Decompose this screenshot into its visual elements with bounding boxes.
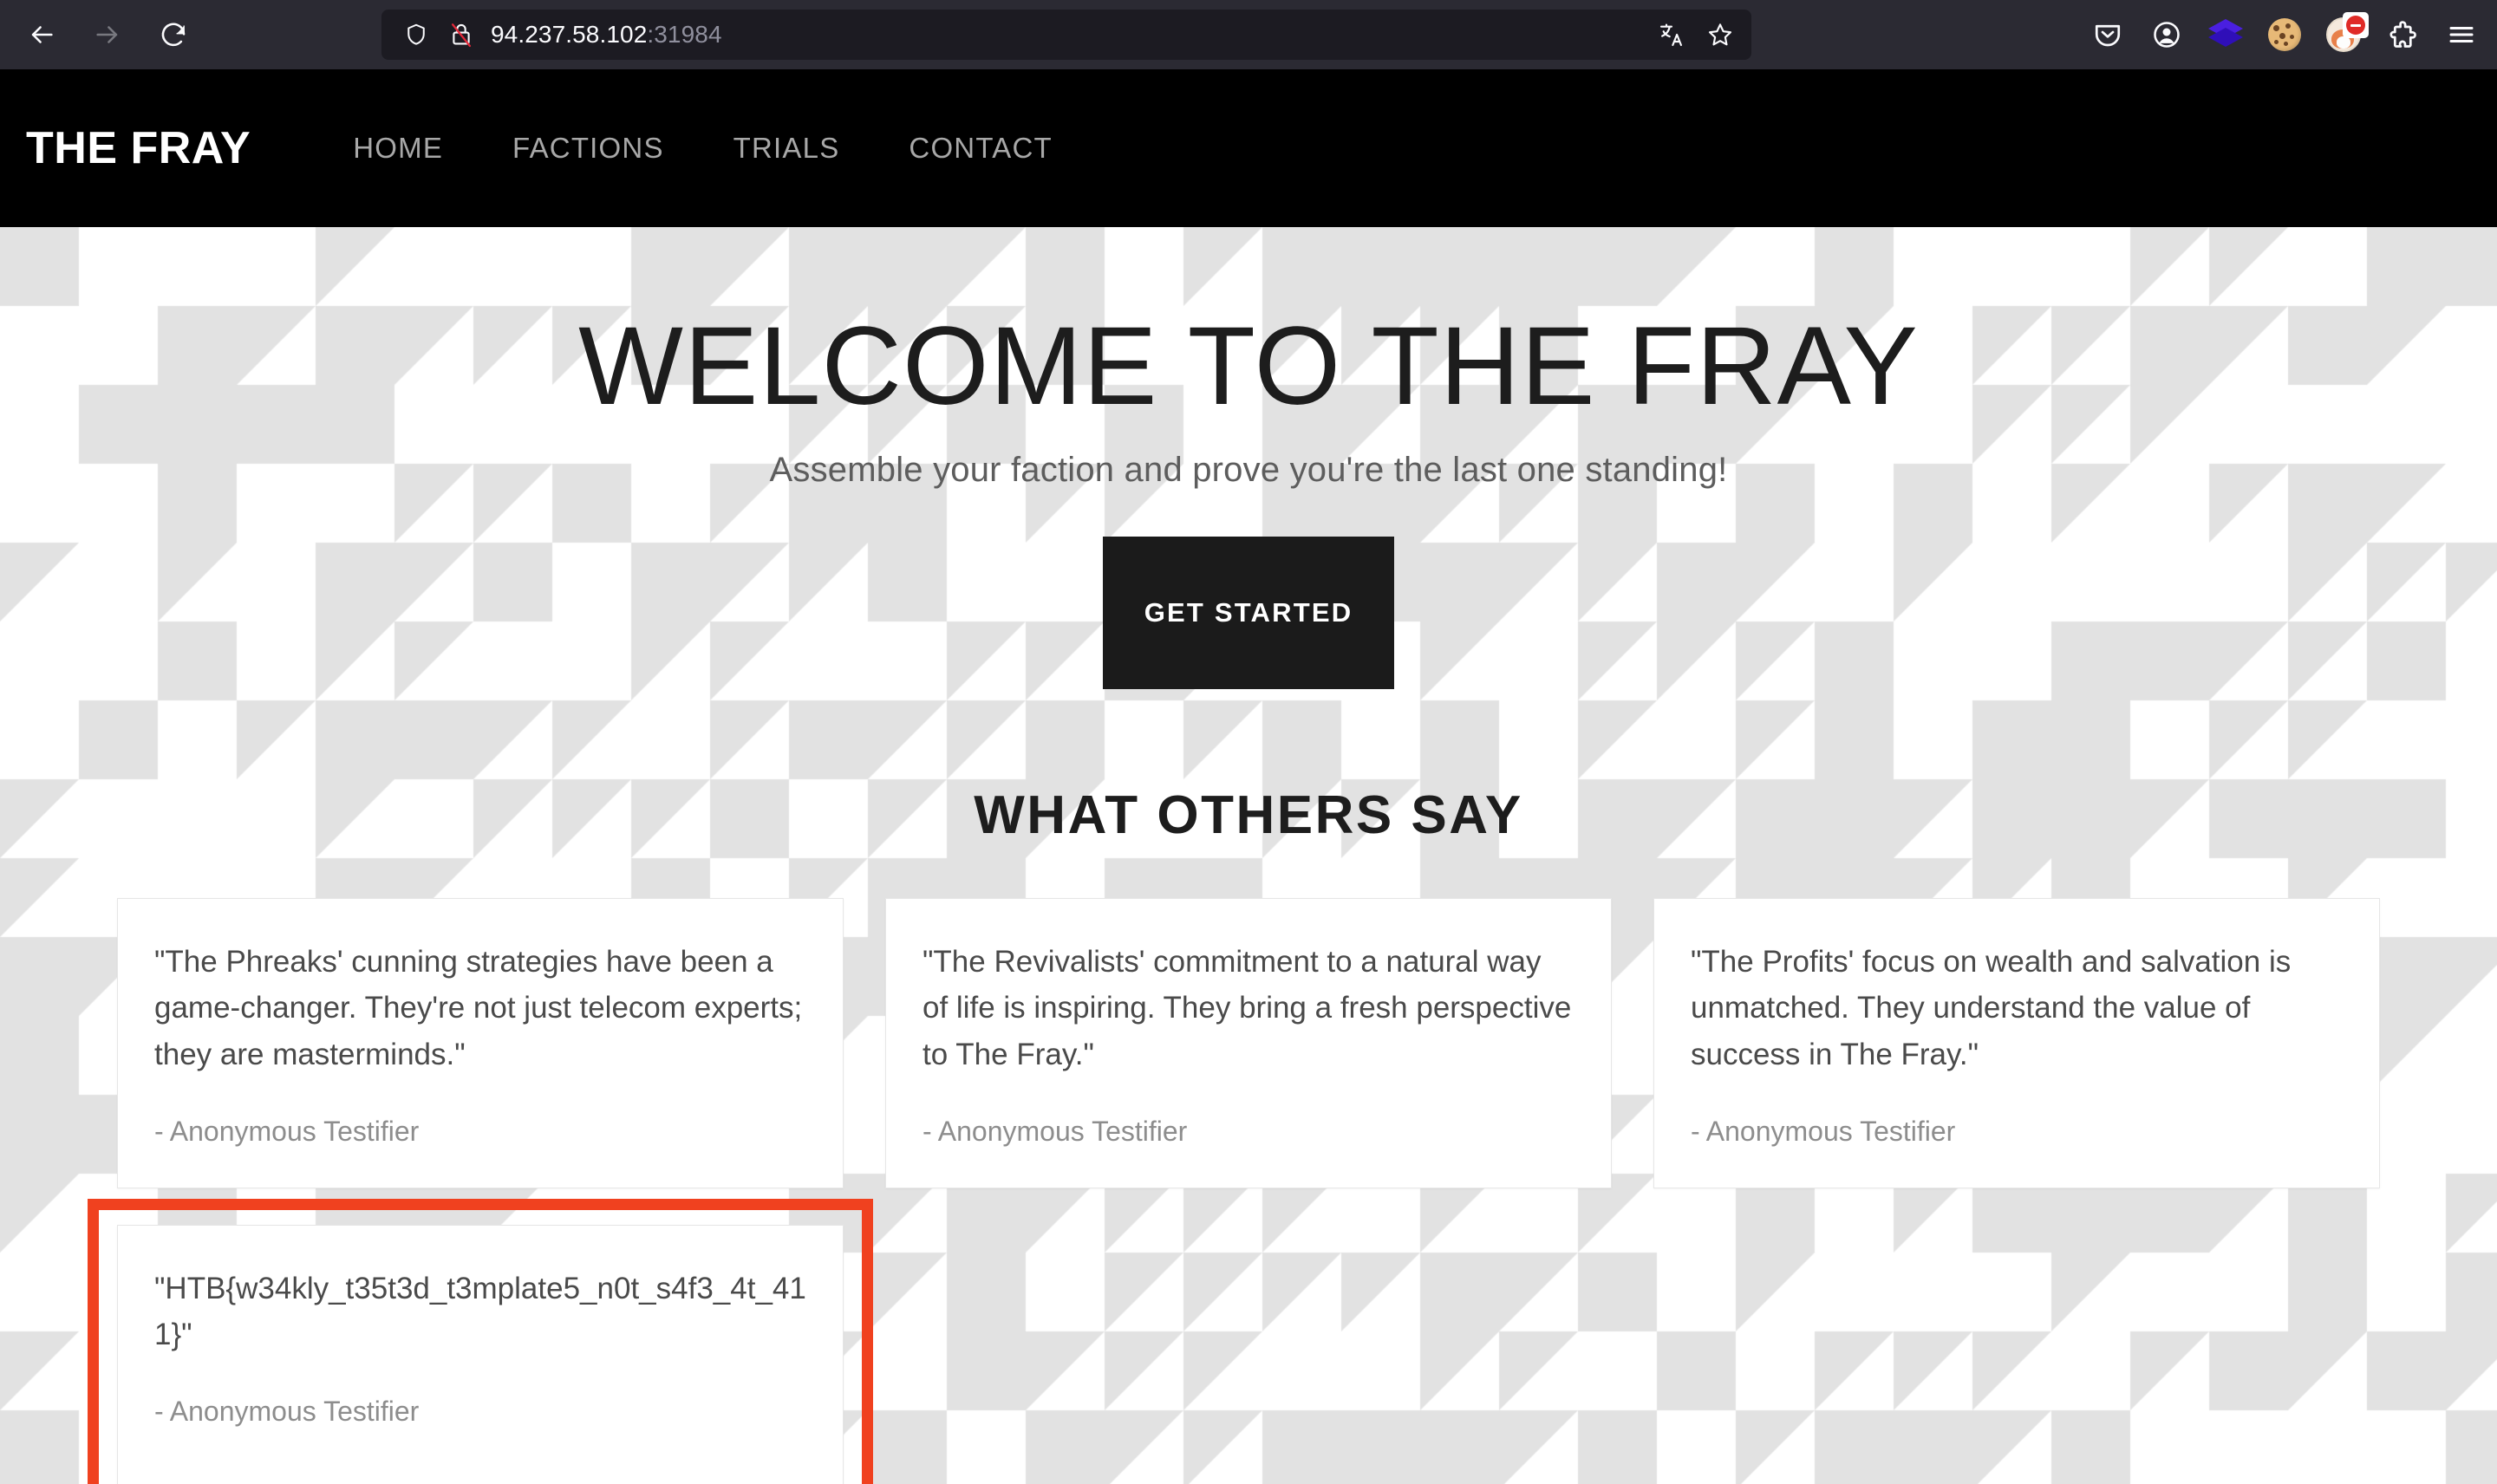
cta-wrapper: GET STARTED	[0, 537, 2497, 690]
nav-link-trials[interactable]: TRIALS	[699, 132, 875, 165]
app-menu-button[interactable]	[2433, 7, 2490, 62]
table-row: "The Revivalists' commitment to a natura…	[885, 898, 1612, 1188]
cookie-extension-icon	[2268, 18, 2301, 51]
blocked-badge-icon	[2343, 12, 2369, 38]
page-title: WELCOME TO THE FRAY	[578, 304, 1919, 428]
get-started-button[interactable]: GET STARTED	[1103, 537, 1394, 690]
nav-link-contact[interactable]: CONTACT	[874, 132, 1086, 165]
extensions-button[interactable]	[2374, 7, 2431, 62]
url-port: :31984	[647, 21, 722, 48]
back-button[interactable]	[9, 8, 75, 62]
star-bookmark-icon[interactable]	[1698, 12, 1743, 57]
testimonials-section-title: WHAT OTHERS SAY	[974, 785, 1523, 846]
site-brand[interactable]: THE FRAY	[26, 122, 251, 174]
diamond-extension-icon	[2208, 17, 2243, 52]
account-button[interactable]	[2138, 7, 2195, 62]
table-row: "HTB{w34kly_t35t3d_t3mplate5_n0t_s4f3_4t…	[117, 1224, 844, 1484]
site-nav-list: HOME FACTIONS TRIALS CONTACT	[318, 132, 1087, 165]
forward-button[interactable]	[75, 8, 140, 62]
testimonial-author: - Anonymous Testifier	[1691, 1115, 1956, 1147]
hero-section: WELCOME TO THE FRAY Assemble your factio…	[0, 227, 2497, 1484]
table-row: "The Phreaks' cunning strategies have be…	[117, 898, 844, 1188]
translate-icon[interactable]	[1649, 12, 1694, 57]
nav-item-home: HOME	[318, 132, 478, 165]
firefox-profile-button[interactable]	[2315, 7, 2372, 62]
diamond-extension-button[interactable]	[2197, 7, 2254, 62]
arrow-left-icon	[31, 26, 53, 43]
hamburger-menu-icon	[2449, 27, 2474, 42]
testimonial-quote: "The Phreaks' cunning strategies have be…	[154, 945, 803, 1071]
flag-testimonial-slot: "HTB{w34kly_t35t3d_t3mplate5_n0t_s4f3_4t…	[88, 1198, 873, 1484]
url-host: 94.237.58.102	[491, 21, 648, 48]
puzzle-extensions-icon	[2389, 21, 2416, 48]
hero-content: WELCOME TO THE FRAY Assemble your factio…	[0, 227, 2497, 846]
testimonial-author: - Anonymous Testifier	[923, 1115, 1188, 1147]
page-viewport: THE FRAY HOME FACTIONS TRIALS CONTACT WE…	[0, 69, 2497, 1484]
lock-crossed-insecure-icon[interactable]	[439, 12, 484, 57]
arrow-right-icon	[96, 26, 118, 43]
testimonials-grid: "The Phreaks' cunning strategies have be…	[88, 898, 2380, 1484]
browser-extension-toolbar	[2079, 0, 2490, 69]
nav-link-factions[interactable]: FACTIONS	[478, 132, 699, 165]
browser-toolbar: 94.237.58.102:31984	[0, 0, 2497, 69]
site-navbar: THE FRAY HOME FACTIONS TRIALS CONTACT	[0, 69, 2497, 227]
shield-icon[interactable]	[394, 12, 439, 57]
nav-item-factions: FACTIONS	[478, 132, 699, 165]
testimonial-quote: "The Revivalists' commitment to a natura…	[923, 945, 1572, 1071]
reload-button[interactable]	[140, 8, 206, 62]
nav-item-trials: TRIALS	[699, 132, 875, 165]
nav-link-home[interactable]: HOME	[318, 132, 478, 165]
account-circle-icon	[2154, 22, 2180, 48]
address-bar[interactable]: 94.237.58.102:31984	[381, 10, 1751, 60]
testimonial-quote: "The Profits' focus on wealth and salvat…	[1691, 945, 2292, 1071]
pocket-button[interactable]	[2079, 7, 2136, 62]
reload-icon	[161, 23, 186, 47]
navigation-buttons	[0, 8, 206, 62]
flag-text: "HTB{w34kly_t35t3d_t3mplate5_n0t_s4f3_4t…	[154, 1271, 806, 1351]
pocket-icon	[2095, 24, 2121, 47]
table-row: "The Profits' focus on wealth and salvat…	[1653, 898, 2380, 1188]
testimonial-author: - Anonymous Testifier	[154, 1115, 420, 1147]
address-bar-actions	[1649, 12, 1743, 57]
nav-item-contact: CONTACT	[874, 132, 1086, 165]
url-text: 94.237.58.102:31984	[491, 21, 722, 49]
cookie-extension-button[interactable]	[2256, 7, 2313, 62]
hero-subtitle: Assemble your faction and prove you're t…	[769, 451, 1728, 490]
testimonial-author: - Anonymous Testifier	[154, 1396, 420, 1428]
